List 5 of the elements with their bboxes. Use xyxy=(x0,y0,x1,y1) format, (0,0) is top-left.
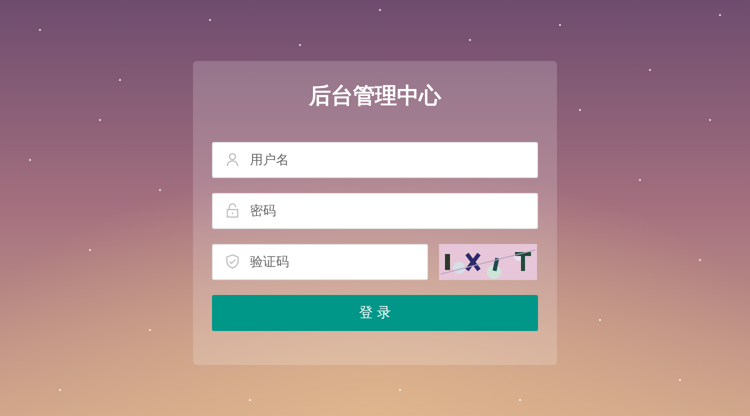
input-field[interactable]: 用户名 xyxy=(212,142,538,178)
input-field[interactable]: 密码 xyxy=(212,193,538,229)
login-button[interactable]: 登 录 xyxy=(212,295,538,331)
login-title: 后台管理中心 xyxy=(308,82,442,111)
input-field[interactable]: 验证码 xyxy=(212,244,428,280)
